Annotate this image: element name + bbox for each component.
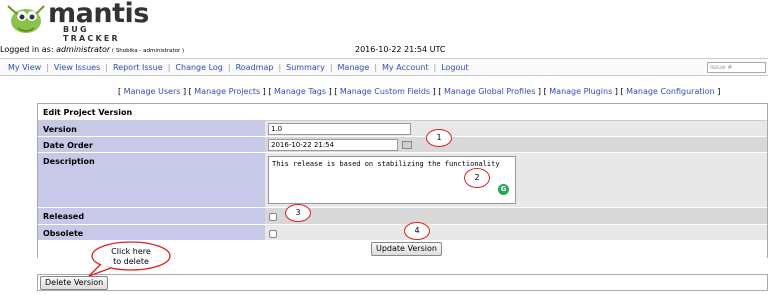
- description-row: Description This release is based on sta…: [38, 153, 767, 208]
- description-label: Description: [38, 153, 265, 208]
- form-title: Edit Project Version: [38, 104, 767, 121]
- login-detail: ( Shobika - administrator ): [110, 48, 185, 54]
- login-username: administrator: [56, 45, 111, 54]
- menu-manage[interactable]: Manage: [338, 63, 370, 72]
- main-menu: My View | View Issues | Report Issue | Change …: [0, 58, 768, 76]
- submenu-manage-users[interactable]: Manage Users: [124, 87, 181, 96]
- login-info: Logged in as: administrator ( Shobika - …: [0, 45, 184, 54]
- menu-roadmap[interactable]: Roadmap: [236, 63, 274, 72]
- callout-line-2: to delete: [113, 257, 149, 266]
- mantis-logo[interactable]: mantis BUG TRACKER: [0, 0, 149, 43]
- menu-summary[interactable]: Summary: [286, 63, 325, 72]
- menu-my-account[interactable]: My Account: [382, 63, 428, 72]
- mantis-logo-icon: [7, 5, 45, 33]
- callout-line-1: Click here: [111, 247, 151, 256]
- released-row: Released: [38, 208, 767, 225]
- released-checkbox[interactable]: [269, 213, 277, 221]
- grammarly-icon[interactable]: G: [498, 184, 509, 195]
- calendar-icon[interactable]: [402, 141, 412, 149]
- submenu-manage-plugins[interactable]: Manage Plugins: [549, 87, 612, 96]
- delete-callout: Click here to delete: [88, 241, 171, 277]
- date-order-row: Date Order 2016-10-22 21:54: [38, 137, 767, 153]
- obsolete-checkbox[interactable]: [269, 230, 277, 238]
- update-version-button[interactable]: Update Version: [371, 242, 442, 256]
- date-order-label: Date Order: [38, 137, 265, 153]
- menu-change-log[interactable]: Change Log: [175, 63, 222, 72]
- manage-submenu: [ Manage Users ] [ Manage Projects ] [ M…: [118, 87, 721, 96]
- annotation-marker-2: 2: [464, 168, 490, 188]
- server-clock: 2016-10-22 21:54 UTC: [355, 45, 446, 54]
- released-label: Released: [38, 208, 265, 225]
- version-input[interactable]: 1.0: [268, 123, 411, 135]
- annotation-marker-1: 1: [426, 129, 452, 147]
- logo-subtitle: BUG TRACKER: [63, 25, 120, 43]
- annotation-marker-4: 4: [404, 222, 430, 240]
- submenu-manage-configuration[interactable]: Manage Configuration: [626, 87, 715, 96]
- submenu-manage-projects[interactable]: Manage Projects: [194, 87, 260, 96]
- menu-my-view[interactable]: My View: [8, 63, 41, 72]
- menu-report-issue[interactable]: Report Issue: [113, 63, 163, 72]
- date-order-input[interactable]: 2016-10-22 21:54: [268, 139, 398, 151]
- annotation-marker-3: 3: [285, 204, 311, 222]
- edit-version-form: Edit Project Version Version 1.0 Date Or…: [37, 103, 768, 258]
- issue-jump-input[interactable]: Issue #: [707, 62, 766, 73]
- version-label: Version: [38, 121, 265, 137]
- login-prefix: Logged in as:: [0, 45, 57, 54]
- menu-view-issues[interactable]: View Issues: [54, 63, 100, 72]
- submenu-manage-global-profiles[interactable]: Manage Global Profiles: [444, 87, 535, 96]
- submenu-manage-custom-fields[interactable]: Manage Custom Fields: [340, 87, 430, 96]
- obsolete-row: Obsolete: [38, 225, 767, 241]
- obsolete-label: Obsolete: [38, 225, 265, 241]
- version-row: Version 1.0: [38, 121, 767, 137]
- menu-logout[interactable]: Logout: [441, 63, 468, 72]
- submenu-manage-tags[interactable]: Manage Tags: [274, 87, 326, 96]
